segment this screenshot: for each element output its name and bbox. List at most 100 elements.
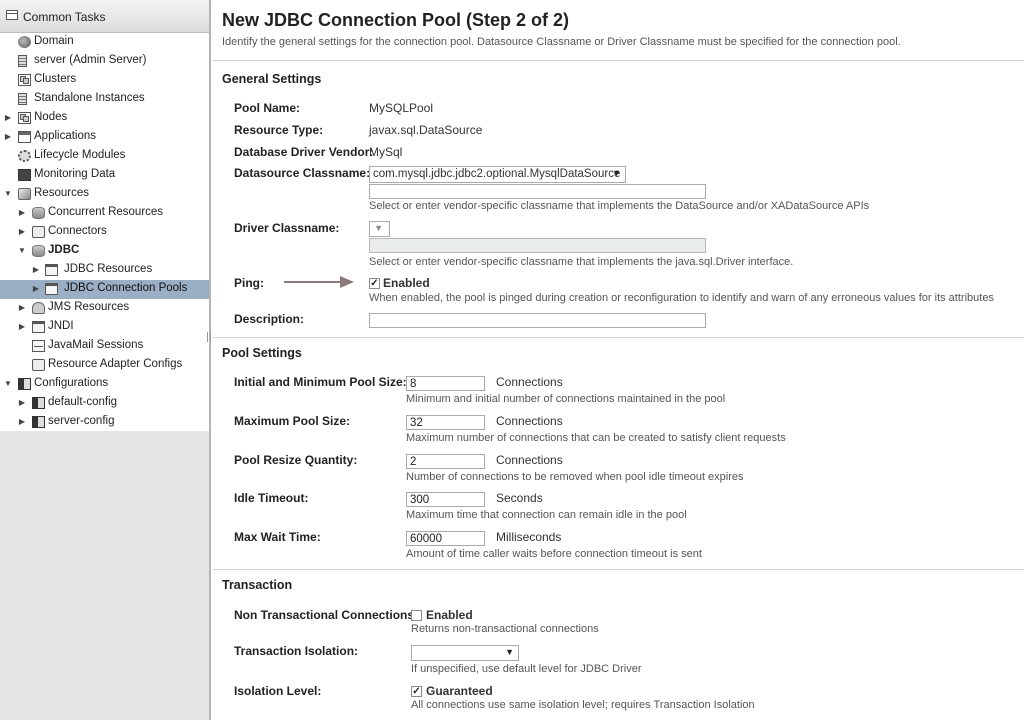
datasource-classname-select[interactable]: com.mysql.jdbc.jdbc2.optional.MysqlDataS… [369, 166, 626, 183]
tree-item-lifecycle-modules[interactable]: Lifecycle Modules [0, 147, 209, 166]
expand-arrow-icon[interactable]: ▶ [17, 321, 27, 333]
non-transactional-checkbox[interactable] [411, 610, 422, 621]
monitor-icon [18, 169, 31, 181]
folder-icon [32, 321, 45, 333]
expand-arrow-icon[interactable]: ▶ [17, 416, 27, 428]
pool-resize-quantity-help: Number of connections to be removed when… [406, 471, 744, 483]
isolation-level-label: Isolation Level: [234, 684, 322, 698]
section-divider [213, 569, 1024, 570]
datasource-classname-help: Select or enter vendor-specific classnam… [369, 200, 870, 212]
idle-timeout-help: Maximum time that connection can remain … [406, 509, 687, 521]
tree-item-resource-adapter-configs[interactable]: Resource Adapter Configs [0, 356, 209, 375]
driver-classname-select[interactable]: ▼ [369, 221, 390, 237]
datasource-selected-value: com.mysql.jdbc.jdbc2.optional.MysqlDataS… [373, 168, 621, 180]
pool-resize-quantity-input[interactable]: 2 [406, 454, 485, 469]
collapse-arrow-icon[interactable]: ▼ [3, 188, 13, 200]
max-wait-time-help: Amount of time caller waits before conne… [406, 548, 702, 560]
tree-item-clusters[interactable]: Clusters [0, 71, 209, 90]
resource-type-value: javax.sql.DataSource [369, 123, 483, 137]
max-pool-size-input[interactable]: 32 [406, 415, 485, 430]
max-wait-time-input[interactable]: 60000 [406, 531, 485, 546]
max-wait-time-unit: Milliseconds [496, 530, 562, 544]
tree-item-label: Resources [34, 187, 89, 199]
tree-item-jdbc-resources[interactable]: ▶ JDBC Resources [0, 261, 209, 280]
gear-icon [18, 150, 31, 162]
tree-item-nodes[interactable]: ▶ Nodes [0, 109, 209, 128]
expand-arrow-icon[interactable]: ▶ [17, 302, 27, 314]
tree-item-server[interactable]: server (Admin Server) [0, 52, 209, 71]
sidebar-resize-handle[interactable] [207, 332, 211, 342]
expand-arrow-icon[interactable]: ▶ [3, 131, 13, 143]
expand-arrow-icon[interactable]: ▶ [3, 112, 13, 124]
tree-item-resources[interactable]: ▼ Resources [0, 185, 209, 204]
description-label: Description: [234, 312, 305, 326]
cluster-icon [18, 74, 31, 86]
tree-item-configurations[interactable]: ▼ Configurations [0, 375, 209, 394]
idle-timeout-input[interactable]: 300 [406, 492, 485, 507]
tree-item-label: JNDI [48, 320, 74, 332]
expand-arrow-icon[interactable]: ▶ [17, 207, 27, 219]
collapse-arrow-icon[interactable]: ▼ [3, 378, 13, 390]
page-description: Identify the general settings for the co… [222, 36, 901, 48]
expand-arrow-icon[interactable]: ▶ [17, 397, 27, 409]
collapse-arrow-icon[interactable]: ▼ [17, 245, 27, 257]
tree-item-jndi[interactable]: ▶ JNDI [0, 318, 209, 337]
applications-icon [18, 131, 31, 143]
tree-item-concurrent-resources[interactable]: ▶ Concurrent Resources [0, 204, 209, 223]
pool-name-label: Pool Name: [234, 101, 301, 115]
driver-classname-input[interactable] [369, 238, 706, 253]
nodes-icon [18, 112, 31, 124]
resource-type-label: Resource Type: [234, 123, 324, 137]
main-content: New JDBC Connection Pool (Step 2 of 2) I… [213, 0, 1024, 720]
tree-item-default-config[interactable]: ▶ default-config [0, 394, 209, 413]
common-tasks-header[interactable]: Common Tasks [0, 0, 209, 33]
pool-resize-quantity-unit: Connections [496, 453, 563, 467]
section-divider [213, 337, 1024, 338]
idle-timeout-label: Idle Timeout: [234, 491, 309, 505]
tree-item-jdbc-connection-pools[interactable]: ▶ JDBC Connection Pools [0, 280, 209, 299]
tree-item-javamail-sessions[interactable]: JavaMail Sessions [0, 337, 209, 356]
tree-item-label: JDBC Connection Pools [64, 282, 188, 294]
ping-enabled-checkbox[interactable]: ✓ [369, 278, 380, 289]
tree-item-label: JDBC Resources [64, 263, 153, 275]
tree-item-applications[interactable]: ▶ Applications [0, 128, 209, 147]
tree-item-standalone-instances[interactable]: Standalone Instances [0, 90, 209, 109]
database-icon [32, 207, 45, 219]
transaction-isolation-select[interactable]: ▼ [411, 645, 519, 661]
section-divider [213, 60, 1024, 61]
isolation-level-guaranteed-checkbox[interactable]: ✓ [411, 686, 422, 697]
tree-item-domain[interactable]: Domain [0, 33, 209, 52]
tree-item-monitoring-data[interactable]: Monitoring Data [0, 166, 209, 185]
server-icon [18, 93, 27, 105]
initial-pool-size-unit: Connections [496, 375, 563, 389]
tree-item-connectors[interactable]: ▶ Connectors [0, 223, 209, 242]
pool-name-value: MySQLPool [369, 101, 434, 115]
expand-arrow-icon[interactable]: ▶ [17, 226, 27, 238]
max-pool-size-unit: Connections [496, 414, 563, 428]
ping-label: Ping: [234, 276, 264, 290]
tree-item-label: Standalone Instances [34, 92, 145, 104]
tree-item-label: Configurations [34, 377, 109, 389]
tree-item-label: Lifecycle Modules [34, 149, 126, 161]
folder-icon [45, 283, 58, 295]
tree-item-label: default-config [48, 396, 118, 408]
description-input[interactable] [369, 313, 706, 328]
tree-item-label: Connectors [48, 225, 107, 237]
non-transactional-label: Non Transactional Connections: [234, 608, 419, 622]
database-icon [32, 245, 45, 257]
tree-item-label: server-config [48, 415, 115, 427]
tree-item-server-config[interactable]: ▶ server-config [0, 413, 209, 432]
max-wait-time-label: Max Wait Time: [234, 530, 321, 544]
tree-item-label: Domain [34, 35, 74, 47]
tree-item-jdbc[interactable]: ▼ JDBC [0, 242, 209, 261]
tree-item-label: Nodes [34, 111, 68, 123]
idle-timeout-unit: Seconds [496, 491, 543, 505]
common-tasks-label: Common Tasks [23, 10, 106, 24]
expand-arrow-icon[interactable]: ▶ [31, 283, 41, 295]
tree-item-jms-resources[interactable]: ▶ JMS Resources [0, 299, 209, 318]
navigation-tree: Domain server (Admin Server) Clusters St… [0, 33, 209, 431]
initial-pool-size-input[interactable]: 8 [406, 376, 485, 391]
expand-arrow-icon[interactable]: ▶ [31, 264, 41, 276]
datasource-classname-input[interactable] [369, 184, 706, 199]
driver-classname-help: Select or enter vendor-specific classnam… [369, 256, 794, 268]
